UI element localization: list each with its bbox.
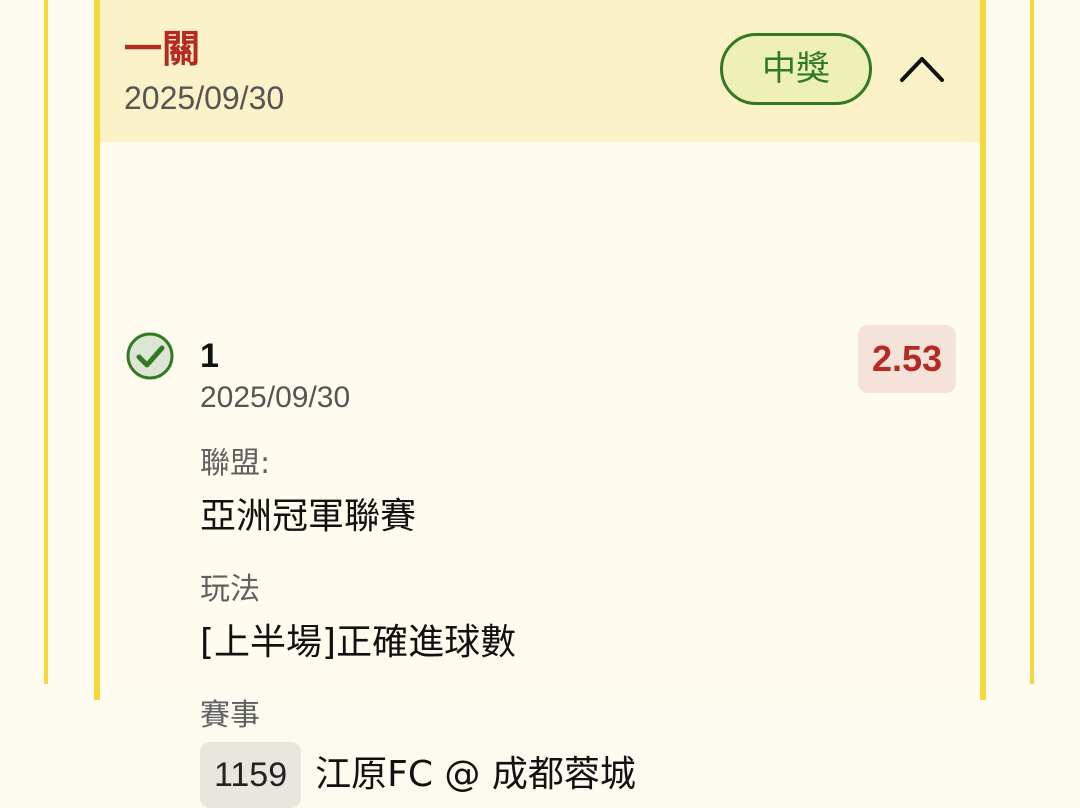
event-name: 江原FC @ 成都蓉城 [315, 754, 636, 795]
event-id-chip: 1159 [200, 742, 302, 808]
bet-date: 2025/09/30 [124, 80, 285, 116]
odds-badge: 2.53 [858, 325, 956, 393]
league-label: 聯盟: [200, 446, 271, 481]
market-value: [上半場]正確進球數 [200, 622, 517, 663]
bet-card-header[interactable]: 一關 2025/09/30 中獎 [100, 0, 980, 142]
collapse-toggle-button[interactable] [892, 44, 952, 94]
check-circle-icon [126, 332, 174, 380]
selection-number: 1 [200, 337, 219, 375]
page-border-right [1030, 0, 1034, 684]
selection-date: 2025/09/30 [200, 381, 351, 414]
market-label: 玩法 [200, 572, 260, 607]
bet-card: 一關 2025/09/30 中獎 1 2025/09/30 2.53 聯盟: 亞… [94, 0, 986, 808]
event-row: 1159 江原FC @ 成都蓉城 [200, 742, 636, 808]
bet-type-title: 一關 [124, 27, 201, 71]
league-value: 亞洲冠軍聯賽 [200, 496, 417, 537]
win-status-badge: 中獎 [720, 33, 872, 105]
page-border-left [44, 0, 48, 684]
event-label: 賽事 [200, 698, 260, 733]
chevron-up-icon [900, 57, 944, 82]
